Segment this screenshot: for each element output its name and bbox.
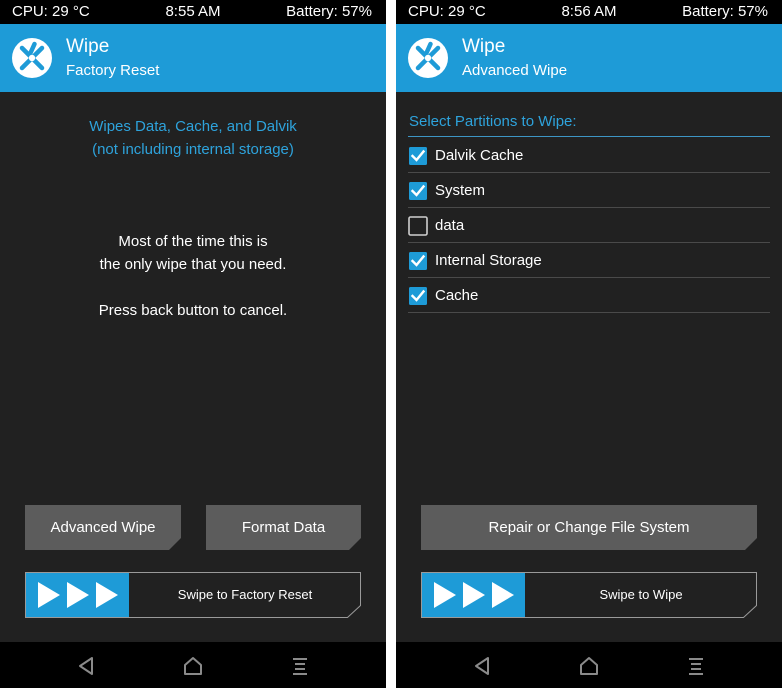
battery-level: Battery: 57% <box>682 3 768 20</box>
page-title: Wipe <box>66 36 110 57</box>
partition-label: data <box>435 217 465 234</box>
page-title: Wipe <box>462 36 506 57</box>
page-subtitle: Advanced Wipe <box>462 62 568 79</box>
row-divider <box>408 172 770 173</box>
home-icon[interactable] <box>182 655 204 677</box>
info-line-2: the only wipe that you need. <box>99 256 287 273</box>
cancel-hint: Press back button to cancel. <box>98 302 288 319</box>
wipe-scope-line-2: (not including internal storage) <box>92 141 294 158</box>
app-header: Wipe Factory Reset <box>0 24 386 92</box>
back-triangle-icon[interactable] <box>471 655 493 677</box>
advanced-wipe-screen: CPU: 29 °C 8:56 AM Battery: 57% Wipe Adv… <box>396 0 782 688</box>
menu-icon[interactable] <box>685 655 707 677</box>
partition-label: System <box>435 182 486 199</box>
info-line-1: Most of the time this is <box>118 233 268 250</box>
row-divider <box>408 242 770 243</box>
swipe-to-factory-reset-slider[interactable]: Swipe to Factory Reset <box>25 572 361 618</box>
factory-reset-screen: CPU: 29 °C 8:55 AM Battery: 57% Wipe Fac… <box>0 0 386 688</box>
partition-label: Dalvik Cache <box>435 147 524 164</box>
home-icon[interactable] <box>578 655 600 677</box>
partition-row-system[interactable]: System <box>408 174 770 208</box>
partition-row-cache[interactable]: Cache <box>408 279 770 313</box>
triple-arrow-icon <box>38 582 118 608</box>
partition-row-internal-storage[interactable]: Internal Storage <box>408 244 770 278</box>
row-divider <box>408 207 770 208</box>
divider <box>408 136 770 137</box>
twrp-logo-icon <box>12 38 52 78</box>
menu-icon[interactable] <box>289 655 311 677</box>
partition-label: Internal Storage <box>435 252 542 269</box>
page-subtitle: Factory Reset <box>66 62 160 79</box>
format-data-button[interactable]: Format Data <box>206 505 361 550</box>
triple-arrow-icon <box>434 582 514 608</box>
status-bar: CPU: 29 °C 8:56 AM Battery: 57% <box>396 0 782 24</box>
slider-handle[interactable] <box>422 573 525 617</box>
checkbox-unchecked-icon[interactable] <box>408 216 428 236</box>
slider-label: Swipe to Wipe <box>599 587 683 602</box>
checkbox-checked-icon[interactable] <box>408 146 428 166</box>
navigation-bar <box>0 642 386 688</box>
row-divider <box>408 277 770 278</box>
wipe-scope-line-1: Wipes Data, Cache, and Dalvik <box>89 118 297 135</box>
partition-list-title: Select Partitions to Wipe: <box>409 113 577 130</box>
slider-label: Swipe to Factory Reset <box>177 587 313 602</box>
advanced-wipe-button[interactable]: Advanced Wipe <box>25 505 181 550</box>
twrp-logo-icon <box>408 38 448 78</box>
app-header: Wipe Advanced Wipe <box>396 24 782 92</box>
row-divider <box>408 312 770 313</box>
navigation-bar <box>396 642 782 688</box>
partition-row-data[interactable]: data <box>408 209 770 243</box>
checkbox-checked-icon[interactable] <box>408 286 428 306</box>
checkbox-checked-icon[interactable] <box>408 251 428 271</box>
partition-label: Cache <box>435 287 479 304</box>
partition-row-dalvik-cache[interactable]: Dalvik Cache <box>408 139 770 173</box>
repair-change-file-system-button[interactable]: Repair or Change File System <box>421 505 757 550</box>
battery-level: Battery: 57% <box>286 3 372 20</box>
checkbox-checked-icon[interactable] <box>408 181 428 201</box>
slider-handle[interactable] <box>26 573 129 617</box>
swipe-to-wipe-slider[interactable]: Swipe to Wipe <box>421 572 757 618</box>
back-triangle-icon[interactable] <box>75 655 97 677</box>
status-bar: CPU: 29 °C 8:55 AM Battery: 57% <box>0 0 386 24</box>
